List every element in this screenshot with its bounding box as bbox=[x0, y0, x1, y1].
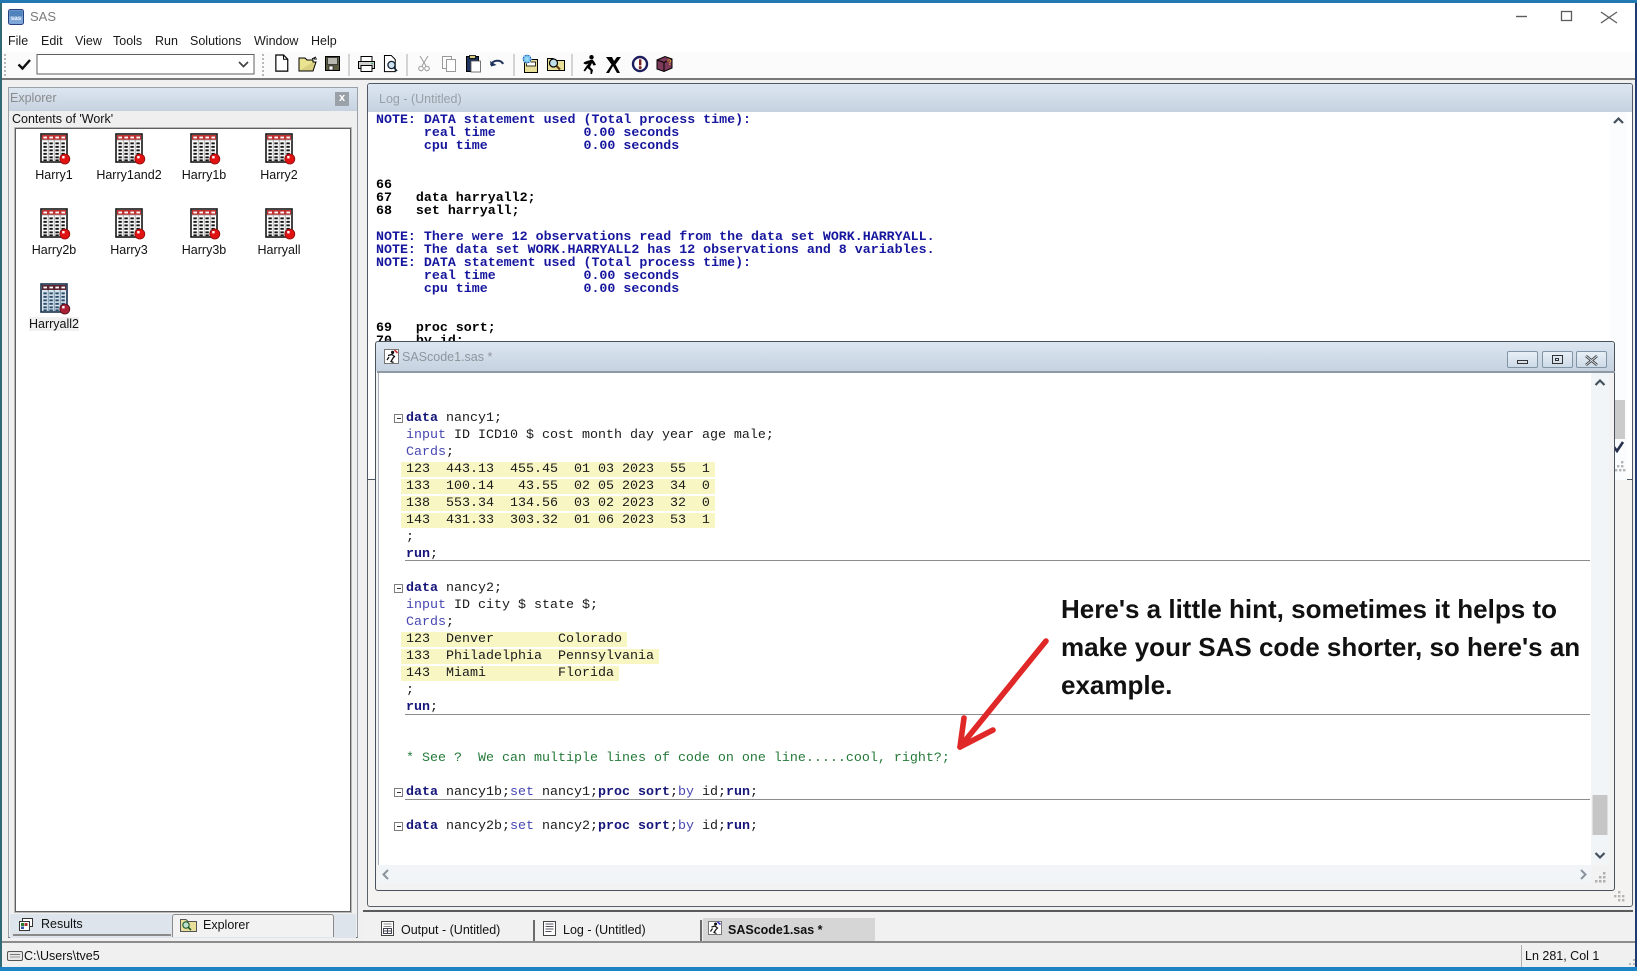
svg-text:sas: sas bbox=[11, 15, 22, 22]
